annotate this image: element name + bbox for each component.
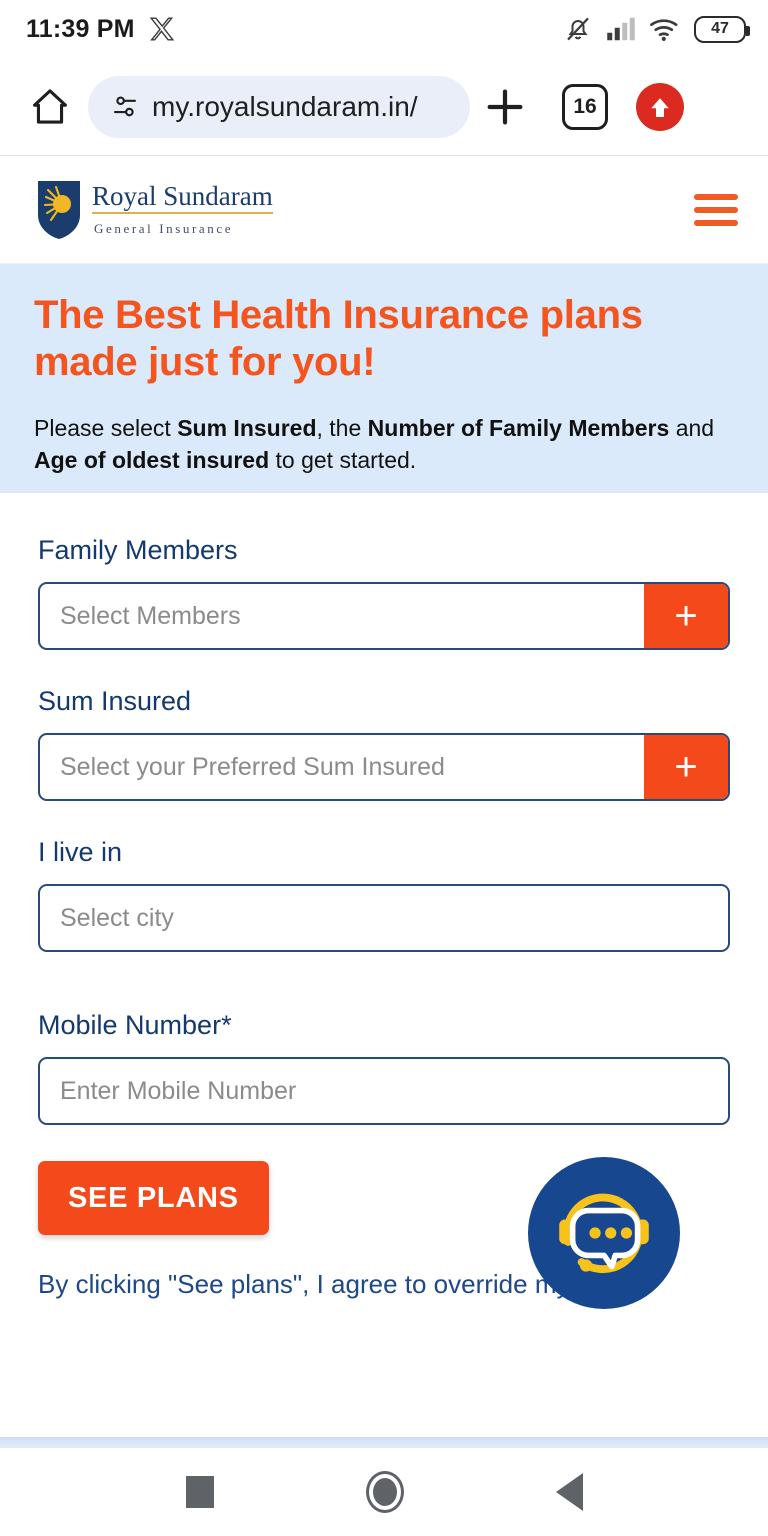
brand-logo-text: Royal Sundaram General Insurance bbox=[92, 182, 273, 237]
family-members-input[interactable] bbox=[40, 584, 644, 648]
browser-toolbar: my.royalsundaram.in/ 16 bbox=[0, 58, 768, 156]
field-mobile-number: Mobile Number* bbox=[38, 1010, 730, 1125]
field-label: Sum Insured bbox=[38, 686, 192, 716]
hamburger-bar-2 bbox=[694, 206, 738, 213]
triangle-back-icon[interactable] bbox=[555, 1473, 583, 1511]
url-bar[interactable]: my.royalsundaram.in/ bbox=[88, 75, 470, 138]
update-button[interactable] bbox=[636, 82, 684, 131]
field-city: I live in bbox=[38, 837, 730, 952]
field-label: Mobile Number* bbox=[38, 1010, 232, 1040]
x-twitter-icon bbox=[149, 17, 174, 41]
status-bar-right: 47 bbox=[563, 14, 750, 44]
home-dot bbox=[372, 1478, 397, 1506]
hero-subtext-bold: Sum Insured bbox=[177, 414, 317, 441]
phone-screen: 11:39 PM 47 my.royalsundaram.in/ 16 Roya… bbox=[0, 0, 768, 1536]
see-plans-button[interactable]: SEE PLANS bbox=[38, 1161, 269, 1235]
field-family-members: Family Members + bbox=[38, 535, 730, 650]
family-members-add-button[interactable]: + bbox=[644, 584, 728, 648]
hamburger-bar-1 bbox=[694, 193, 738, 200]
tab-switcher-button[interactable]: 16 bbox=[562, 83, 608, 130]
status-bar: 11:39 PM 47 bbox=[0, 0, 768, 58]
battery-level: 47 bbox=[711, 20, 729, 37]
new-tab-button[interactable] bbox=[470, 84, 540, 130]
brand-name: Royal Sundaram bbox=[92, 182, 273, 215]
plus-icon bbox=[487, 89, 523, 124]
android-nav-bar bbox=[0, 1448, 768, 1536]
tune-icon bbox=[113, 95, 137, 116]
field-label: I live in bbox=[38, 837, 123, 867]
status-bar-left: 11:39 PM bbox=[26, 15, 175, 44]
status-clock: 11:39 PM bbox=[26, 14, 135, 43]
hero-subtext-bold: Age of oldest insured bbox=[34, 447, 270, 474]
hero-subtext: Please select Sum Insured, the Number of… bbox=[34, 412, 734, 477]
hero-banner: The Best Health Insurance plans made jus… bbox=[0, 264, 768, 493]
hamburger-bar-3 bbox=[694, 219, 738, 226]
hamburger-menu-icon[interactable] bbox=[694, 193, 738, 226]
mobile-number-input[interactable] bbox=[40, 1059, 728, 1123]
wifi-icon bbox=[650, 19, 678, 41]
chat-support-button[interactable] bbox=[528, 1157, 680, 1309]
hero-subtext-plain: , the bbox=[316, 414, 368, 441]
hero-subtext-plain: to get started. bbox=[269, 447, 417, 474]
brand-tagline: General Insurance bbox=[94, 221, 234, 237]
url-text: my.royalsundaram.in/ bbox=[152, 90, 418, 122]
home-icon bbox=[33, 88, 67, 124]
home-button[interactable] bbox=[24, 85, 76, 129]
input-row[interactable] bbox=[38, 884, 730, 952]
hero-heading: The Best Health Insurance plans made jus… bbox=[34, 293, 643, 384]
city-input[interactable] bbox=[40, 886, 728, 950]
field-label: Family Members bbox=[38, 535, 238, 565]
battery-indicator: 47 bbox=[694, 15, 750, 43]
square-recents-icon[interactable] bbox=[185, 1476, 214, 1508]
headset-chat-support-icon bbox=[559, 1193, 649, 1274]
input-row[interactable] bbox=[38, 1057, 730, 1125]
shield-sun-logo-icon bbox=[38, 180, 80, 239]
circle-home-icon[interactable] bbox=[365, 1471, 404, 1513]
input-row[interactable]: + bbox=[38, 733, 730, 801]
hero-subtext-plain: Please select bbox=[34, 414, 178, 441]
sum-insured-input[interactable] bbox=[40, 735, 644, 799]
hero-subtext-bold: Number of Family Members bbox=[367, 414, 670, 441]
sum-insured-add-button[interactable]: + bbox=[644, 735, 728, 799]
brand-logo[interactable]: Royal Sundaram General Insurance bbox=[36, 179, 273, 241]
hero-subtext-plain: and bbox=[669, 414, 715, 441]
tab-count: 16 bbox=[573, 94, 597, 118]
input-row[interactable]: + bbox=[38, 582, 730, 650]
cellular-signal-icon bbox=[607, 17, 635, 41]
site-header: Royal Sundaram General Insurance bbox=[0, 156, 768, 264]
field-sum-insured: Sum Insured + bbox=[38, 686, 730, 801]
arrow-up-circle-icon bbox=[651, 97, 669, 117]
bell-muted-icon bbox=[567, 17, 589, 41]
